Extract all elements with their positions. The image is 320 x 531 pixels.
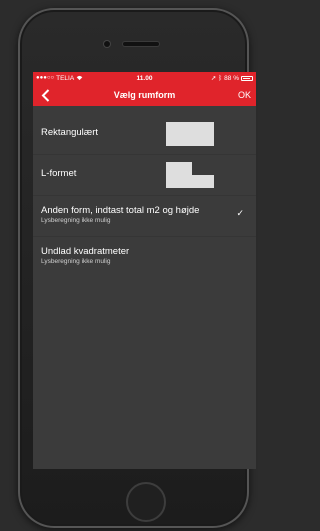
navigation-bar: Vælg rumform OK (33, 84, 256, 106)
option-rectangular[interactable]: Rektangulært (33, 114, 256, 155)
status-bar: ●●●○○ TELIA 11.00 ➚ ᛒ 88 % (33, 72, 256, 84)
option-label: Anden form, indtast total m2 og højde (41, 205, 200, 216)
option-label: L-formet (41, 168, 77, 179)
home-button[interactable] (126, 482, 166, 522)
rectangle-shape-icon (166, 122, 214, 146)
option-label: Rektangulært (41, 127, 99, 138)
option-skip-area[interactable]: Undlad kvadratmeter Lysberegning ikke mu… (33, 237, 256, 277)
app-screen: ●●●○○ TELIA 11.00 ➚ ᛒ 88 % Vælg rumform … (33, 72, 256, 469)
checkmark-icon: ✓ (236, 208, 244, 218)
option-sublabel: Lysberegning ikke mulig (41, 217, 111, 224)
status-time: 11.00 (136, 74, 153, 82)
option-l-shaped[interactable]: L-formet (33, 155, 256, 196)
l-shape-icon-base (166, 175, 214, 188)
option-other-shape[interactable]: Anden form, indtast total m2 og højde Ly… (33, 196, 256, 237)
page-title: Vælg rumform (113, 90, 176, 100)
ok-button[interactable]: OK (238, 90, 251, 100)
front-camera (104, 41, 110, 47)
earpiece-speaker (123, 42, 159, 46)
l-shape-icon (166, 162, 192, 175)
option-sublabel: Lysberegning ikke mulig (41, 258, 111, 265)
battery-icon (241, 75, 253, 81)
room-shape-list: Rektangulært L-formet Anden form, indtas… (33, 114, 256, 277)
option-label: Undlad kvadratmeter (41, 246, 130, 257)
